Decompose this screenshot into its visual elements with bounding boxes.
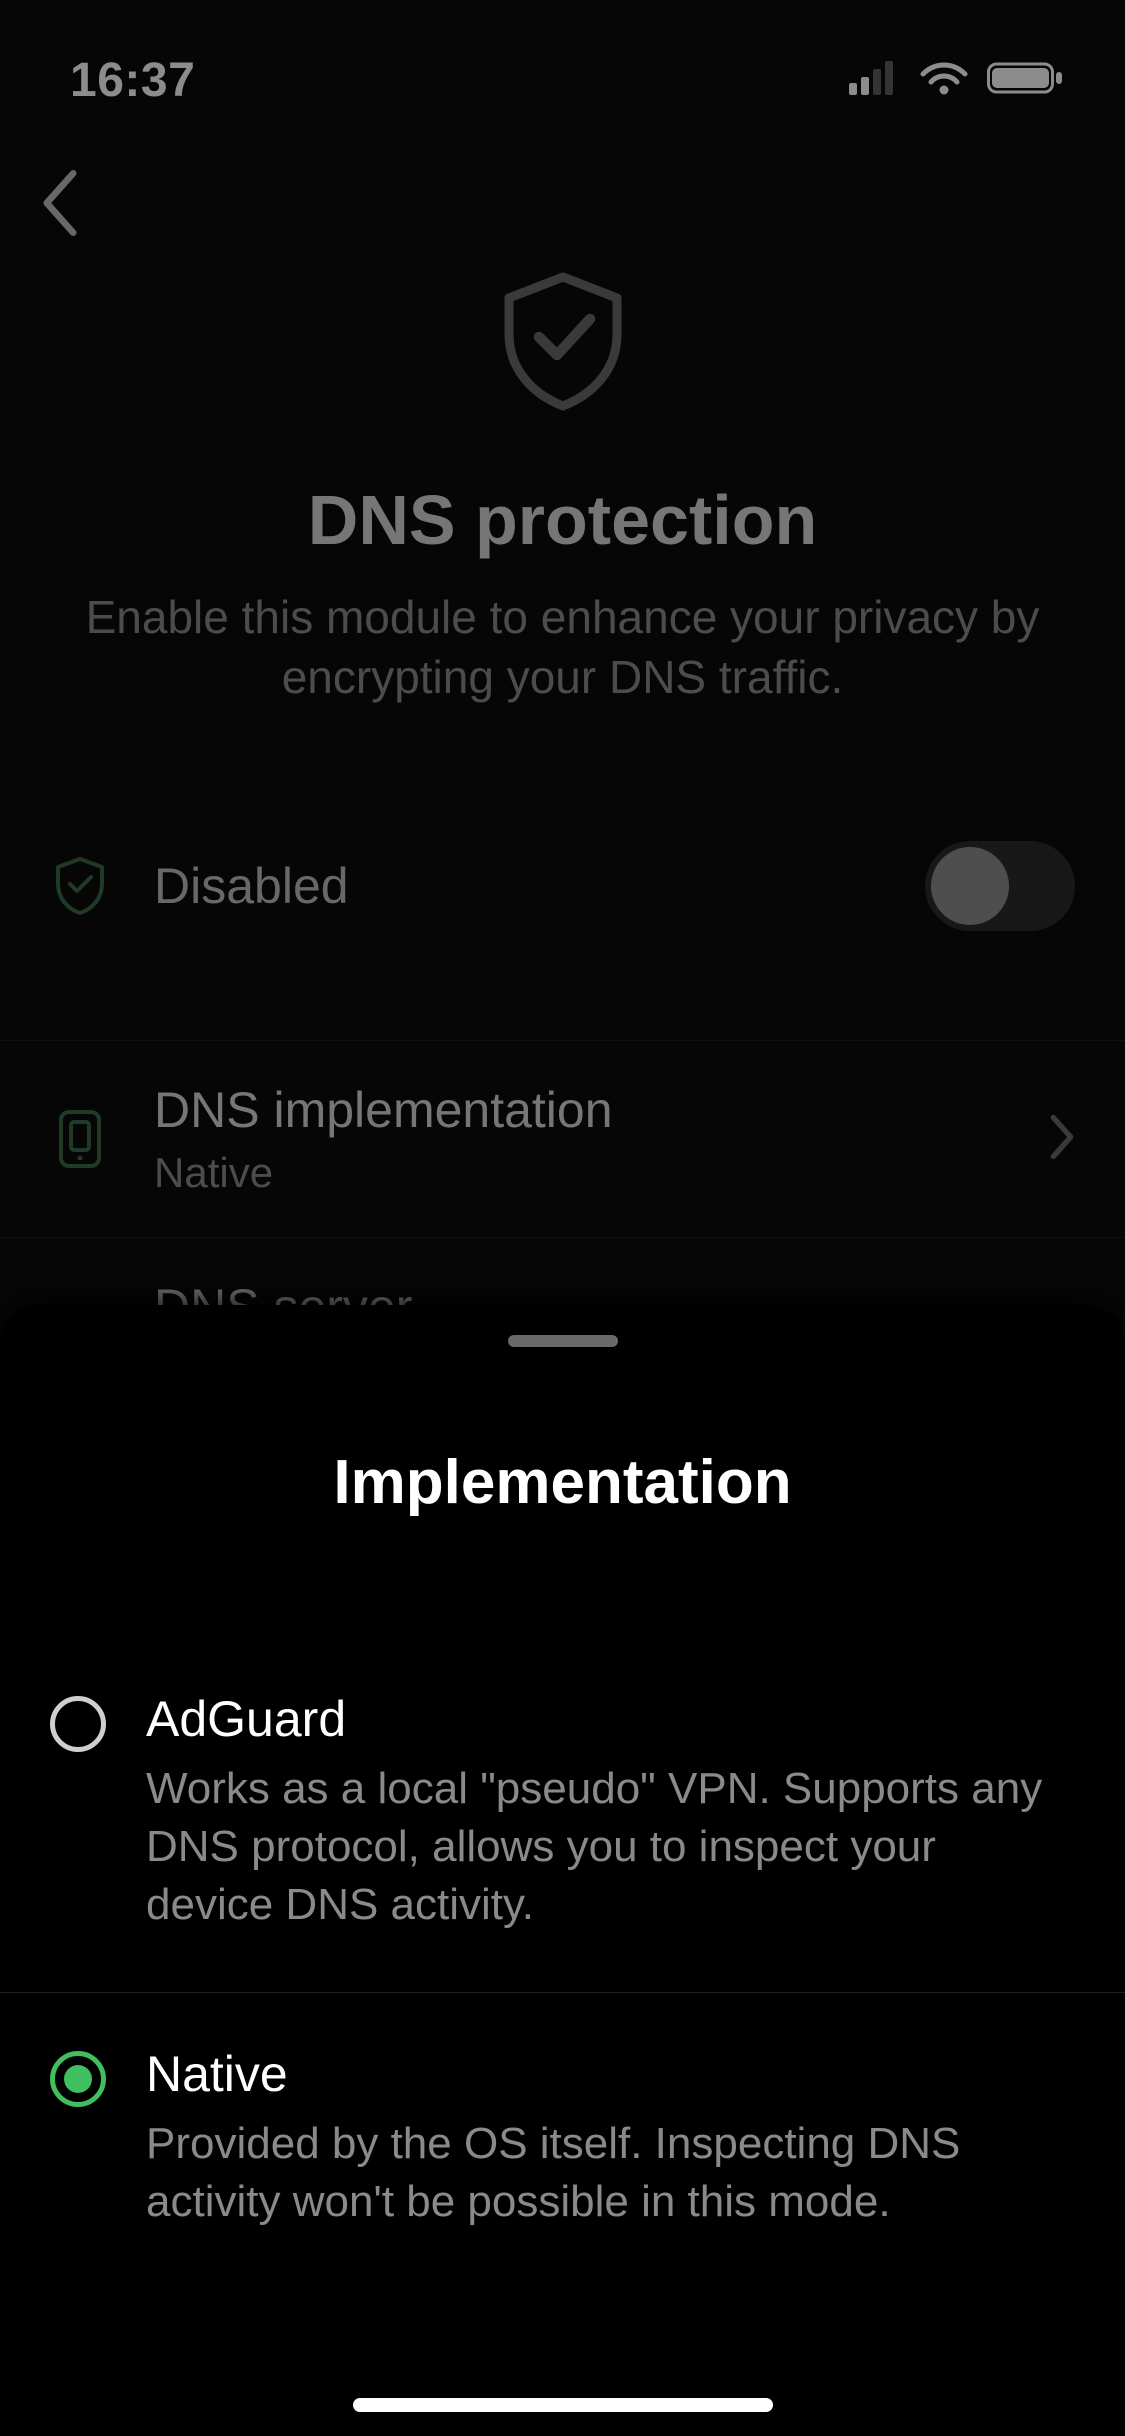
back-button[interactable] bbox=[40, 223, 80, 240]
dns-implementation-title: DNS implementation bbox=[154, 1081, 1049, 1139]
dns-implementation-value: Native bbox=[154, 1149, 1049, 1197]
option-adguard[interactable]: AdGuard Works as a local "pseudo" VPN. S… bbox=[0, 1638, 1125, 1993]
dns-implementation-row[interactable]: DNS implementation Native bbox=[0, 1040, 1125, 1238]
sheet-grabber[interactable] bbox=[508, 1335, 618, 1347]
option-native-label: Native bbox=[146, 2045, 1075, 2103]
dns-enabled-label: Disabled bbox=[154, 857, 925, 915]
cellular-icon bbox=[849, 61, 901, 100]
page-title: DNS protection bbox=[308, 480, 817, 560]
wifi-icon bbox=[919, 60, 969, 101]
shield-check-icon bbox=[488, 265, 638, 420]
chevron-right-icon bbox=[1049, 1115, 1075, 1164]
option-native[interactable]: Native Provided by the OS itself. Inspec… bbox=[0, 1993, 1125, 2289]
nav-bar bbox=[40, 170, 80, 241]
device-icon bbox=[50, 1108, 110, 1170]
page-hero: DNS protection Enable this module to enh… bbox=[0, 265, 1125, 708]
shield-icon bbox=[50, 855, 110, 917]
implementation-sheet: Implementation AdGuard Works as a local … bbox=[0, 1305, 1125, 2436]
status-bar: 16:37 bbox=[0, 0, 1125, 130]
battery-icon bbox=[987, 60, 1065, 101]
home-indicator[interactable] bbox=[353, 2398, 773, 2412]
implementation-options: AdGuard Works as a local "pseudo" VPN. S… bbox=[0, 1638, 1125, 2289]
sheet-title: Implementation bbox=[0, 1447, 1125, 1518]
radio-unselected-icon bbox=[50, 1696, 106, 1752]
option-adguard-label: AdGuard bbox=[146, 1690, 1075, 1748]
page-subtitle: Enable this module to enhance your priva… bbox=[70, 588, 1055, 708]
radio-selected-icon bbox=[50, 2051, 106, 2107]
dns-enabled-toggle[interactable] bbox=[925, 841, 1075, 931]
option-native-desc: Provided by the OS itself. Inspecting DN… bbox=[146, 2115, 1075, 2231]
dns-enabled-row: Disabled bbox=[0, 815, 1125, 957]
option-adguard-desc: Works as a local "pseudo" VPN. Supports … bbox=[146, 1760, 1075, 1934]
status-time: 16:37 bbox=[70, 53, 195, 108]
status-icons bbox=[849, 60, 1065, 101]
